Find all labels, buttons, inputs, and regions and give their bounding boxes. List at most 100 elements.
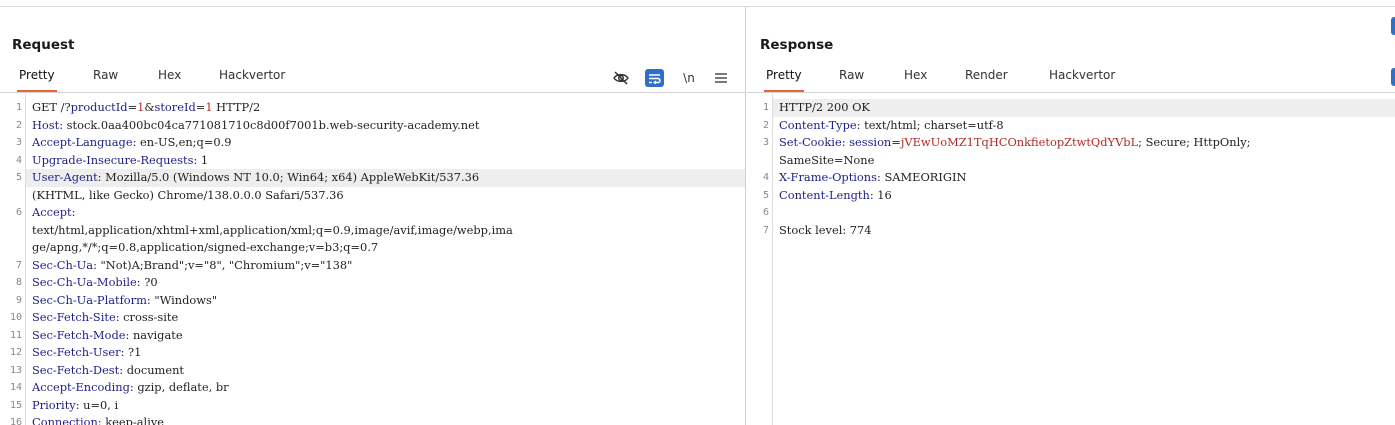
tab-response-hackvertor[interactable]: Hackvertor xyxy=(1049,68,1115,92)
line-number: 12 xyxy=(9,347,22,358)
param-name: session xyxy=(849,135,892,149)
param-name: storeId xyxy=(154,100,196,114)
tab-response-render[interactable]: Render xyxy=(965,68,1008,92)
code-text: : 16 xyxy=(869,187,892,202)
code-text: HTTP/2 200 OK xyxy=(779,100,870,114)
line-number: 16 xyxy=(9,417,22,425)
request-line[interactable]: Sec-Fetch-Site: cross-site xyxy=(26,309,745,327)
response-line[interactable]: X-Frame-Options: SAMEORIGIN xyxy=(773,169,1395,187)
tab-response-raw[interactable]: Raw xyxy=(839,68,864,92)
line-number: 2 xyxy=(15,119,22,131)
line-number: 7 xyxy=(15,259,22,271)
response-line[interactable]: Stock level: 774 xyxy=(773,222,1395,240)
hide-eye-icon[interactable] xyxy=(612,69,630,87)
wrap-lines-icon[interactable] xyxy=(645,69,664,87)
request-pane: Request Pretty Raw Hex Hackvertor \n 1 2… xyxy=(0,7,746,425)
tab-response-hex[interactable]: Hex xyxy=(904,68,927,92)
request-line[interactable]: Accept-Language: en-US,en;q=0.9 xyxy=(26,134,745,152)
response-line[interactable]: Content-Length: 16 xyxy=(773,187,1395,205)
request-line[interactable]: Sec-Ch-Ua-Platform: "Windows" xyxy=(26,292,745,310)
header-name: Sec-Ch-Ua-Platform xyxy=(32,292,147,307)
code-text: = xyxy=(195,100,206,114)
tab-response-pretty[interactable]: Pretty xyxy=(764,68,804,92)
request-editor[interactable]: 1 2 3 4 5 6 7 8 9 10 11 12 13 14 15 16 GET /?productId=… xyxy=(0,94,745,425)
code-text: : "Windows" xyxy=(146,292,218,307)
request-line[interactable]: Priority: u=0, i xyxy=(26,397,745,415)
response-editor[interactable]: 1 2 3 4 5 6 7 HTTP/2 200 OK Content-Type: text/… xyxy=(747,94,1395,425)
code-text: HTTP/2 xyxy=(212,100,261,114)
tab-request-raw[interactable]: Raw xyxy=(93,68,118,92)
line-number: 1 xyxy=(15,102,22,113)
request-line[interactable]: Host: stock.0aa400bc04ca771081710c8d00f7… xyxy=(26,117,745,135)
side-panel-toggle[interactable] xyxy=(1391,17,1395,35)
response-tabs: Pretty Raw Hex Render Hackvertor xyxy=(747,61,1395,93)
request-tabs: Pretty Raw Hex Hackvertor \n xyxy=(0,61,745,93)
request-line[interactable]: Accept-Encoding: gzip, deflate, br xyxy=(26,379,745,397)
request-line[interactable]: Sec-Fetch-Mode: navigate xyxy=(26,327,745,345)
response-line[interactable]: Set-Cookie: session=jVEwUoMZ1TqHCOnkfiet… xyxy=(773,134,1395,152)
line-number: 4 xyxy=(15,154,22,166)
code-text: : ?0 xyxy=(136,275,158,289)
response-line[interactable]: Content-Type: text/html; charset=utf-8 xyxy=(773,117,1395,135)
code-text: : SAMEORIGIN xyxy=(876,170,967,184)
tab-request-hex[interactable]: Hex xyxy=(158,68,181,92)
code-text: text/html,application/xhtml+xml,applicat… xyxy=(32,222,513,237)
line-number: 10 xyxy=(9,312,22,323)
param-name: productId xyxy=(70,100,128,114)
line-number: 13 xyxy=(9,364,22,376)
header-name: Accept xyxy=(32,205,72,219)
line-number: 2 xyxy=(762,119,769,131)
response-pane: Response Pretty Raw Hex Render Hackverto… xyxy=(747,7,1395,425)
request-line[interactable]: text/html,application/xhtml+xml,applicat… xyxy=(26,222,745,240)
request-line[interactable]: Sec-Ch-Ua-Mobile: ?0 xyxy=(26,274,745,292)
param-value: jVEwUoMZ1TqHCOnkfietopZtwtQdYVbL xyxy=(900,135,1139,149)
header-name: Sec-Ch-Ua-Mobile xyxy=(32,275,137,289)
code-text: Stock level: 774 xyxy=(779,222,872,237)
response-line[interactable]: SameSite=None xyxy=(773,152,1395,170)
code-text: (KHTML, like Gecko) Chrome/138.0.0.0 Saf… xyxy=(32,187,344,202)
code-text: ge/apng,*/*;q=0.8,application/signed-exc… xyxy=(32,240,379,254)
code-text: : en-US,en;q=0.9 xyxy=(132,135,232,149)
response-title: Response xyxy=(760,37,834,53)
header-name: Sec-Fetch-Mode xyxy=(32,327,126,342)
code-text: : navigate xyxy=(125,327,183,342)
header-name: Accept-Encoding xyxy=(32,380,130,394)
request-line[interactable]: Sec-Fetch-Dest: document xyxy=(26,362,745,380)
request-line[interactable]: (KHTML, like Gecko) Chrome/138.0.0.0 Saf… xyxy=(26,187,745,205)
header-name: Set-Cookie xyxy=(779,135,842,149)
request-line[interactable]: User-Agent: Mozilla/5.0 (Windows NT 10.0… xyxy=(26,169,745,187)
code-text: : text/html; charset=utf-8 xyxy=(856,117,1004,132)
request-line[interactable]: Accept: xyxy=(26,204,745,222)
tab-request-hackvertor[interactable]: Hackvertor xyxy=(219,68,285,92)
request-title: Request xyxy=(12,37,75,53)
line-number: 1 xyxy=(762,102,769,113)
response-line[interactable] xyxy=(773,204,1395,222)
code-text: : ?1 xyxy=(120,345,142,359)
header-name: Priority xyxy=(32,397,76,412)
newline-toggle[interactable]: \n xyxy=(680,69,698,87)
header-name: Sec-Fetch-User xyxy=(32,345,121,359)
response-line[interactable]: HTTP/2 200 OK xyxy=(773,99,1395,117)
response-code[interactable]: HTTP/2 200 OK Content-Type: text/html; ch… xyxy=(773,94,1395,425)
code-text: : 1 xyxy=(193,152,209,167)
response-tool-button[interactable] xyxy=(1391,68,1395,86)
code-text: : stock.0aa400bc04ca771081710c8d00f7001b… xyxy=(59,117,480,132)
request-line[interactable]: Connection: keep-alive xyxy=(26,414,745,425)
line-number: 3 xyxy=(762,137,769,148)
header-name: Sec-Fetch-Dest xyxy=(32,362,120,377)
request-line[interactable]: Upgrade-Insecure-Requests: 1 xyxy=(26,152,745,170)
line-number: 8 xyxy=(15,277,22,288)
request-line[interactable]: Sec-Ch-Ua: "Not)A;Brand";v="8", "Chromiu… xyxy=(26,257,745,275)
code-text: ; Secure; HttpOnly; xyxy=(1138,135,1251,149)
menu-icon[interactable] xyxy=(713,69,729,87)
line-number: 14 xyxy=(9,382,22,393)
code-text: : "Not)A;Brand";v="8", "Chromium";v="138… xyxy=(93,257,353,272)
line-number: 7 xyxy=(762,224,769,236)
header-name: Connection xyxy=(32,415,98,425)
request-code[interactable]: GET /?productId=1&storeId=1 HTTP/2 Host: … xyxy=(26,94,745,425)
request-line[interactable]: ge/apng,*/*;q=0.8,application/signed-exc… xyxy=(26,239,745,257)
tab-request-pretty[interactable]: Pretty xyxy=(17,68,57,92)
request-line[interactable]: Sec-Fetch-User: ?1 xyxy=(26,344,745,362)
request-line[interactable]: GET /?productId=1&storeId=1 HTTP/2 xyxy=(26,99,745,117)
line-number: 6 xyxy=(15,207,22,218)
